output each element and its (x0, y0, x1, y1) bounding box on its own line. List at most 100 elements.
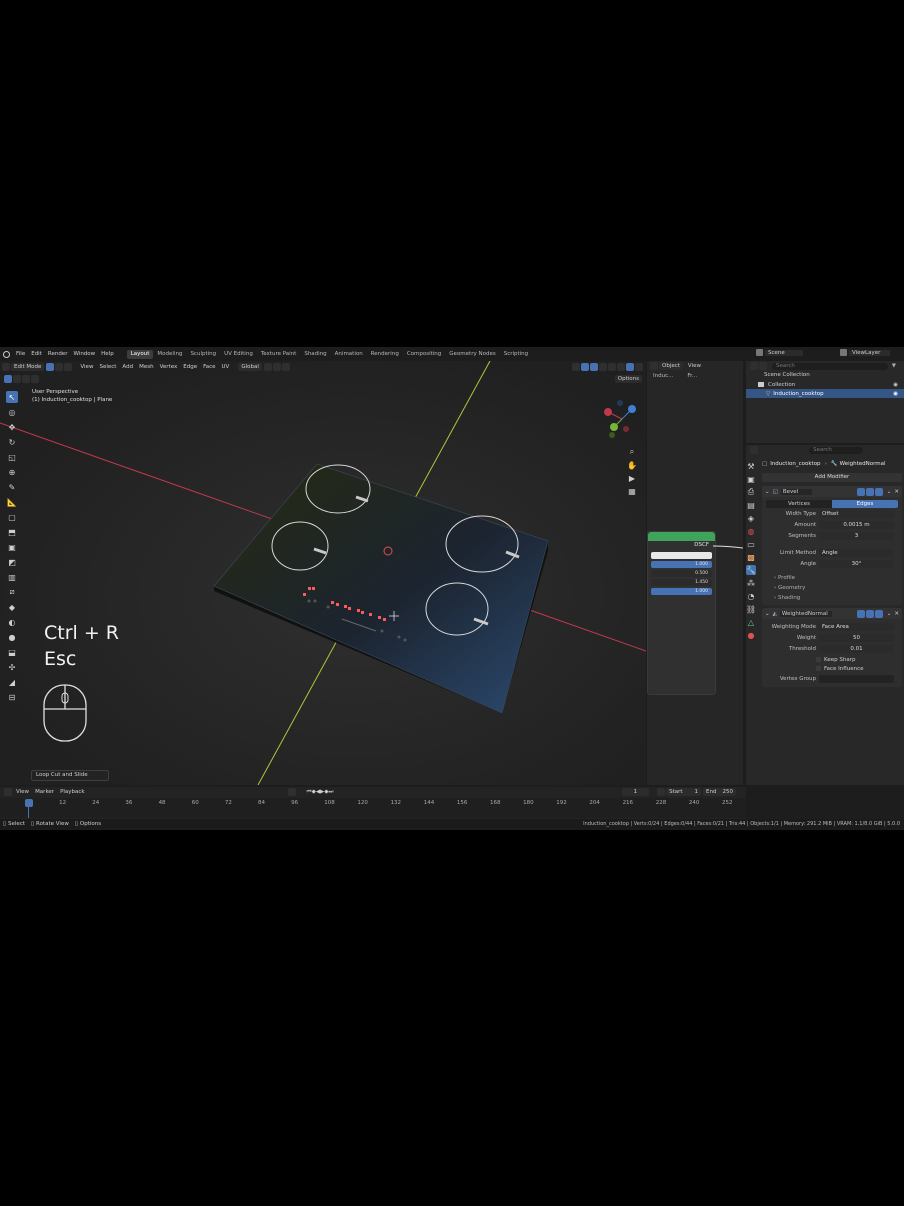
wn-editmode-toggle-icon[interactable] (856, 609, 865, 618)
bevel-close-icon[interactable]: ✕ (894, 489, 899, 495)
gizmo-icon[interactable] (581, 363, 589, 371)
wn-close-icon[interactable]: ✕ (894, 611, 899, 617)
timeline-menu-view[interactable]: View (13, 789, 32, 795)
playhead[interactable] (25, 799, 33, 807)
select-mode-new-icon[interactable] (4, 374, 12, 383)
keep-sharp-row[interactable]: Keep Sharp (762, 655, 902, 664)
modifier-tab-icon[interactable]: 🔧 (746, 565, 756, 575)
vertex-select-icon[interactable] (46, 363, 55, 371)
navigation-gizmo[interactable] (600, 397, 640, 443)
outliner-object[interactable]: ▽ Induction_cooktop ◉ (746, 389, 904, 398)
pivot-icon[interactable] (263, 363, 272, 371)
bevel-tool-icon[interactable]: ◩ (6, 556, 18, 568)
shading-wire-icon[interactable] (608, 363, 616, 371)
bevel-editmode-toggle-icon[interactable] (856, 487, 865, 496)
camera-view-icon[interactable]: ▶ (627, 473, 637, 483)
3d-viewport[interactable]: Edit Mode View Select Add Mesh Vertex Edge Fac… (0, 361, 646, 785)
scene-selector[interactable]: Scene (756, 349, 803, 356)
tab-sculpting[interactable]: Sculpting (186, 350, 220, 359)
bevel-expand-icon[interactable]: ⌄ (765, 489, 770, 495)
bevel-edges-tab[interactable]: Edges (832, 500, 898, 508)
weighted-normal-expand-icon[interactable]: ⌄ (765, 611, 770, 617)
node-editor[interactable]: Object View Induc... Fr... DSCF 1.000 0.… (647, 361, 743, 785)
menu-file[interactable]: File (13, 351, 28, 357)
physics-tab-icon[interactable]: ◔ (746, 591, 756, 601)
particles-tab-icon[interactable]: ⁂ (746, 578, 756, 588)
scene-tab-icon[interactable]: ◈ (746, 513, 756, 523)
rotate-tool-icon[interactable]: ↻ (6, 436, 18, 448)
tab-rendering[interactable]: Rendering (367, 350, 403, 359)
bevel-render-toggle-icon[interactable] (874, 487, 883, 496)
viewport-menu-mesh[interactable]: Mesh (136, 364, 156, 370)
object-tab-icon[interactable]: ▩ (746, 552, 756, 562)
vertex-group-field[interactable] (819, 675, 894, 683)
annotate-tool-icon[interactable]: ✎ (6, 481, 18, 493)
constraints-tab-icon[interactable]: ⛓ (746, 604, 756, 614)
keep-sharp-checkbox[interactable] (816, 657, 821, 662)
wn-menu-icon[interactable]: ⌄ (887, 611, 892, 617)
menu-edit[interactable]: Edit (28, 351, 45, 357)
viewport-menu-select[interactable]: Select (96, 364, 119, 370)
data-tab-icon[interactable]: △ (746, 617, 756, 627)
tool-tab-icon[interactable]: ⚒ (746, 461, 756, 471)
world-tab-icon[interactable]: ◍ (746, 526, 756, 536)
viewport-menu-face[interactable]: Face (200, 364, 218, 370)
overlay-icon[interactable] (590, 363, 598, 371)
timeline-menu-playback[interactable]: Playback (57, 789, 88, 795)
add-modifier-button[interactable]: Add Modifier (762, 473, 902, 482)
bsdf-value-1[interactable]: 1.000 (651, 561, 712, 568)
threshold-field[interactable]: 0.01 (819, 645, 894, 653)
limit-method-dropdown[interactable]: Angle (819, 549, 894, 557)
xray-icon[interactable] (599, 363, 607, 371)
object-visibility-icon[interactable]: ◉ (893, 391, 898, 397)
zoom-icon[interactable]: ⌕ (627, 447, 637, 457)
transform-orientation[interactable]: Global (238, 363, 262, 371)
viewport-menu-edge[interactable]: Edge (180, 364, 200, 370)
bsdf-value-4[interactable]: 1.000 (651, 588, 712, 595)
record-icon[interactable] (287, 788, 296, 796)
shrink-tool-icon[interactable]: ✣ (6, 661, 18, 673)
segments-field[interactable]: 3 (819, 532, 894, 540)
face-select-icon[interactable] (64, 363, 73, 371)
collection-visibility-icon[interactable]: ◉ (893, 382, 898, 388)
current-frame-field[interactable]: 1 (621, 788, 650, 796)
outliner-search[interactable]: Search (772, 362, 888, 370)
select-mode-extend-icon[interactable] (13, 374, 21, 383)
shading-render-icon[interactable] (635, 363, 643, 371)
perspective-toggle-icon[interactable]: ▦ (627, 486, 637, 496)
cursor-tool-icon[interactable]: ◎ (6, 406, 18, 418)
properties-search[interactable]: Search (809, 446, 863, 454)
face-influence-row[interactable]: Face Influence (762, 664, 902, 673)
node-object-selector[interactable]: Object (659, 362, 683, 370)
bsdf-node[interactable]: DSCF 1.000 0.500 1.450 1.000 (647, 531, 716, 695)
viewport-menu-view[interactable]: View (77, 364, 96, 370)
measure-tool-icon[interactable]: 📐 (6, 496, 18, 508)
bevel-viewport-toggle-icon[interactable] (865, 487, 874, 496)
filter-icon[interactable]: ▼ (892, 363, 896, 369)
material-tab-icon[interactable]: ● (746, 630, 756, 640)
width-type-dropdown[interactable]: Offset (819, 510, 894, 518)
tab-compositing[interactable]: Compositing (403, 350, 445, 359)
bevel-modifier-header[interactable]: ⌄ ◱ Bevel ⌄ ✕ (762, 486, 902, 497)
rip-tool-icon[interactable]: ⊟ (6, 691, 18, 703)
timeline-type-icon[interactable] (4, 788, 12, 796)
select-tool-icon[interactable]: ↖ (6, 391, 18, 403)
extrude-tool-icon[interactable]: ⬒ (6, 526, 18, 538)
select-mode-invert-icon[interactable] (31, 374, 39, 383)
tab-texture-paint[interactable]: Texture Paint (257, 350, 301, 359)
angle-field[interactable]: 30° (819, 560, 894, 568)
jump-end-icon[interactable]: ⏭ (329, 789, 334, 796)
proportional-edit-icon[interactable] (281, 363, 290, 371)
face-influence-checkbox[interactable] (816, 666, 821, 671)
weight-field[interactable]: 50 (819, 634, 894, 642)
viewport-menu-add[interactable]: Add (119, 364, 136, 370)
bevel-profile-subpanel[interactable]: › Profile (762, 573, 902, 583)
poly-build-tool-icon[interactable]: ◆ (6, 601, 18, 613)
edge-select-icon[interactable] (55, 363, 64, 371)
mode-selector[interactable]: Edit Mode (11, 363, 45, 371)
inset-tool-icon[interactable]: ▣ (6, 541, 18, 553)
timeline-menu-marker[interactable]: Marker (32, 789, 57, 795)
bevel-geometry-subpanel[interactable]: › Geometry (762, 583, 902, 593)
tab-animation[interactable]: Animation (331, 350, 367, 359)
shear-tool-icon[interactable]: ◢ (6, 676, 18, 688)
